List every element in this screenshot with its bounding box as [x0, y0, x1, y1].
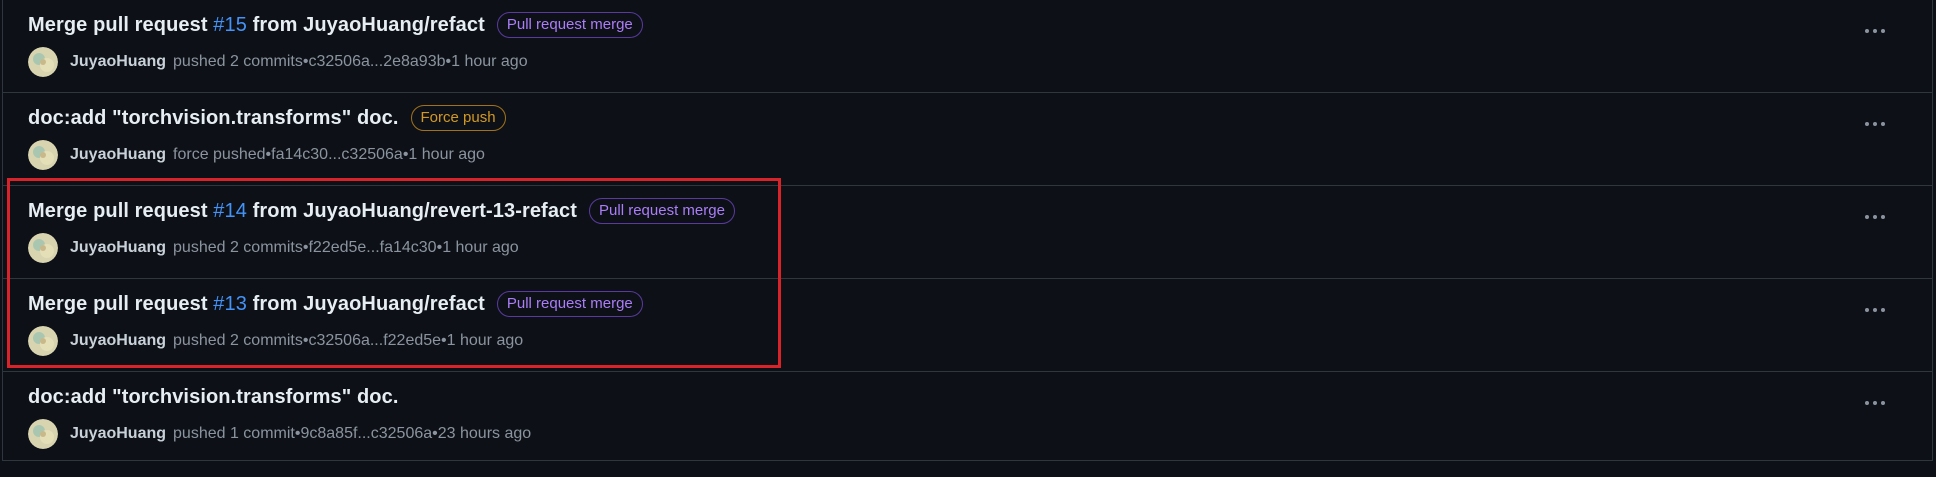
- activity-row: Merge pull request #14 from JuyaoHuang/r…: [3, 186, 1932, 279]
- activity-list: Merge pull request #15 from JuyaoHuang/r…: [2, 0, 1933, 461]
- title-line: doc:add "torchvision.transforms" doc.: [28, 383, 399, 411]
- title-prefix: Merge pull request: [28, 13, 214, 36]
- pull-request-merge-badge: Pull request merge: [496, 12, 643, 38]
- kebab-horizontal-icon[interactable]: [1860, 299, 1890, 321]
- username-link[interactable]: JuyaoHuang: [70, 425, 166, 443]
- activity-row: doc:add "torchvision.transforms" doc. Ju…: [3, 372, 1932, 461]
- username-link[interactable]: JuyaoHuang: [70, 239, 166, 257]
- activity-row: Merge pull request #15 from JuyaoHuang/r…: [3, 0, 1932, 93]
- kebab-horizontal-icon[interactable]: [1860, 20, 1890, 42]
- title-prefix: Merge pull request: [28, 199, 214, 222]
- commit-title[interactable]: Merge pull request #15 from JuyaoHuang/r…: [28, 14, 485, 37]
- activity-row: doc:add "torchvision.transforms" doc. Fo…: [3, 93, 1932, 186]
- title-suffix: from JuyaoHuang/refact: [246, 292, 485, 315]
- commit-title[interactable]: doc:add "torchvision.transforms" doc.: [28, 386, 399, 409]
- avatar[interactable]: [28, 233, 58, 263]
- commit-range-link[interactable]: c32506a...2e8a93b: [308, 53, 445, 71]
- title-suffix: from JuyaoHuang/revert-13-refact: [246, 199, 578, 222]
- title-prefix: Merge pull request: [28, 292, 214, 315]
- username-link[interactable]: JuyaoHuang: [70, 146, 166, 164]
- title-line: doc:add "torchvision.transforms" doc. Fo…: [28, 104, 506, 132]
- title-line: Merge pull request #14 from JuyaoHuang/r…: [28, 197, 735, 225]
- timestamp: 23 hours ago: [437, 425, 532, 442]
- meta-line: JuyaoHuang pushed 2 commits • c32506a...…: [28, 326, 523, 356]
- commit-title[interactable]: Merge pull request #13 from JuyaoHuang/r…: [28, 293, 485, 316]
- pull-request-merge-badge: Pull request merge: [496, 291, 643, 317]
- title-line: Merge pull request #15 from JuyaoHuang/r…: [28, 11, 643, 39]
- kebab-horizontal-icon[interactable]: [1860, 392, 1890, 414]
- commit-range-link[interactable]: 9c8a85f...c32506a: [300, 425, 432, 443]
- username-link[interactable]: JuyaoHuang: [70, 53, 166, 71]
- meta-line: JuyaoHuang pushed 2 commits • c32506a...…: [28, 47, 528, 77]
- commit-range-link[interactable]: fa14c30...c32506a: [271, 146, 403, 164]
- commit-title[interactable]: doc:add "torchvision.transforms" doc.: [28, 107, 399, 130]
- timestamp: 1 hour ago: [451, 53, 528, 70]
- avatar[interactable]: [28, 47, 58, 77]
- pr-link[interactable]: #14: [213, 200, 247, 222]
- avatar[interactable]: [28, 419, 58, 449]
- timestamp: 1 hour ago: [442, 239, 519, 256]
- push-action: pushed 2 commits: [173, 239, 303, 256]
- kebab-horizontal-icon[interactable]: [1860, 113, 1890, 135]
- commit-range-link[interactable]: c32506a...f22ed5e: [308, 332, 441, 350]
- pr-link[interactable]: #15: [213, 14, 247, 36]
- pull-request-merge-badge: Pull request merge: [589, 198, 735, 224]
- avatar[interactable]: [28, 140, 58, 170]
- title-prefix: doc:add "torchvision.transforms" doc.: [28, 385, 399, 408]
- activity-row: Merge pull request #13 from JuyaoHuang/r…: [3, 279, 1932, 372]
- kebab-horizontal-icon[interactable]: [1860, 206, 1890, 228]
- meta-line: JuyaoHuang pushed 2 commits • f22ed5e...…: [28, 233, 519, 263]
- username-link[interactable]: JuyaoHuang: [70, 332, 166, 350]
- force-push-badge: Force push: [410, 105, 506, 131]
- avatar[interactable]: [28, 326, 58, 356]
- meta-line: JuyaoHuang pushed 1 commit • 9c8a85f...c…: [28, 419, 531, 449]
- title-suffix: from JuyaoHuang/refact: [246, 13, 485, 36]
- push-action: pushed 1 commit: [173, 425, 295, 442]
- title-prefix: doc:add "torchvision.transforms" doc.: [28, 106, 399, 129]
- meta-line: JuyaoHuang force pushed • fa14c30...c325…: [28, 140, 485, 170]
- push-action: force pushed: [173, 146, 266, 163]
- commit-range-link[interactable]: f22ed5e...fa14c30: [308, 239, 436, 257]
- timestamp: 1 hour ago: [446, 332, 524, 349]
- title-line: Merge pull request #13 from JuyaoHuang/r…: [28, 290, 643, 318]
- pr-link[interactable]: #13: [213, 293, 247, 315]
- commit-title[interactable]: Merge pull request #14 from JuyaoHuang/r…: [28, 200, 577, 223]
- timestamp: 1 hour ago: [408, 146, 485, 163]
- push-action: pushed 2 commits: [173, 53, 303, 70]
- push-action: pushed 2 commits: [173, 332, 303, 349]
